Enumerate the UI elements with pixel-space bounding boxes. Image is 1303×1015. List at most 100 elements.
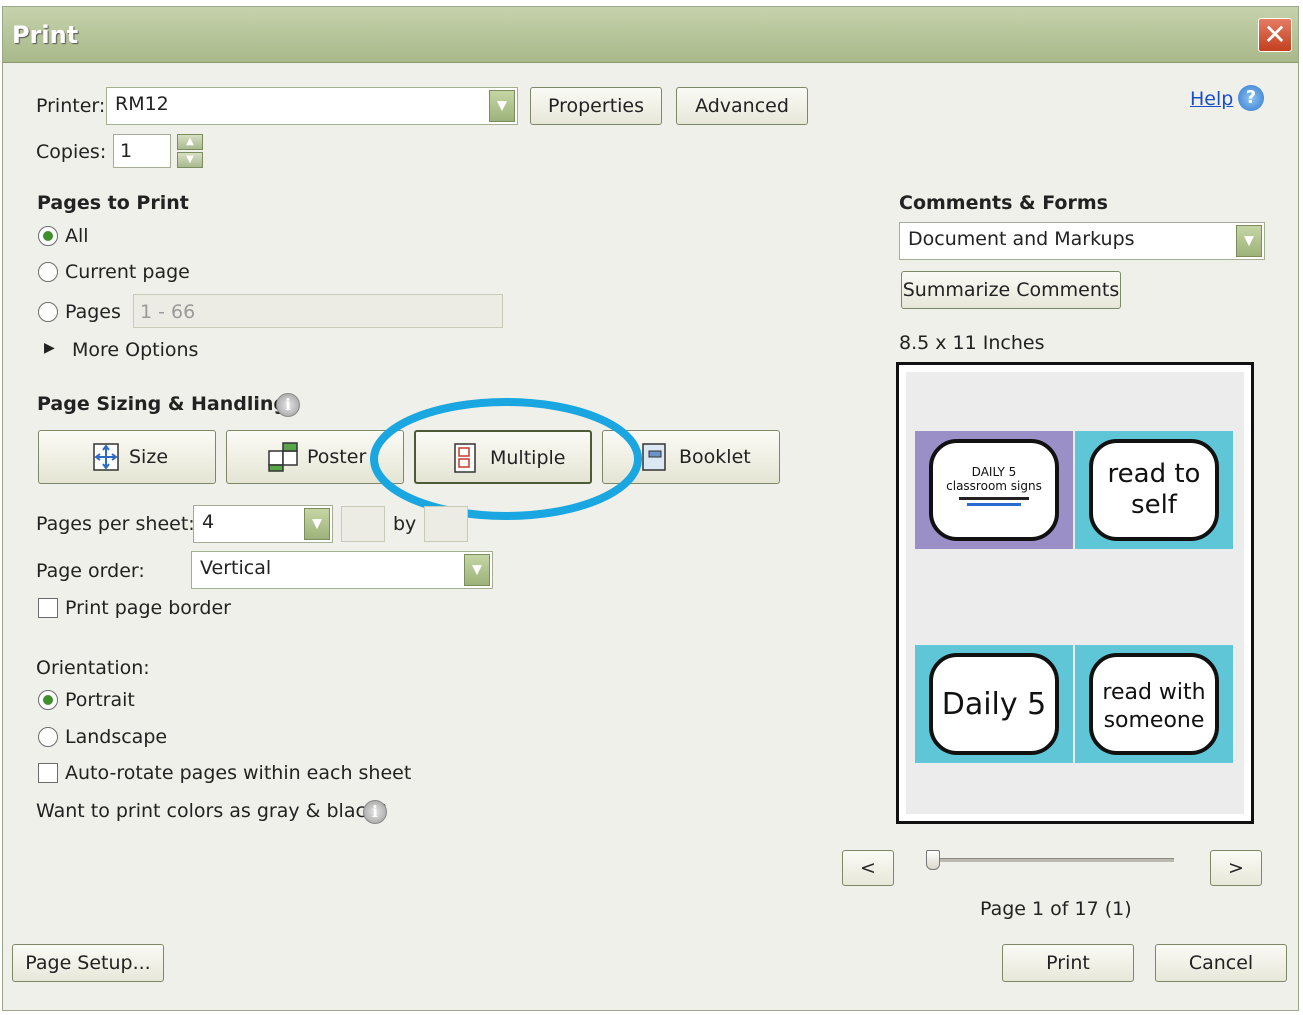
orientation-label: Orientation:: [36, 657, 150, 679]
gray-print-label: Want to print colors as gray & black?: [36, 800, 388, 822]
page-slider-thumb[interactable]: [926, 850, 940, 870]
properties-label: Properties: [547, 95, 645, 117]
properties-button[interactable]: Properties: [530, 87, 662, 125]
print-border-checkbox[interactable]: [38, 598, 58, 618]
printer-select[interactable]: RM12 ▼: [106, 87, 518, 125]
chevron-down-icon: ▼: [464, 554, 490, 586]
pages-range-input[interactable]: 1 - 66: [133, 294, 503, 328]
summarize-comments-button[interactable]: Summarize Comments: [901, 271, 1121, 309]
sign-card: read to self: [1089, 439, 1219, 541]
pages-per-sheet-label: Pages per sheet:: [36, 513, 195, 535]
paper-size-label: 8.5 x 11 Inches: [899, 332, 1045, 354]
columns-input[interactable]: [341, 506, 385, 542]
next-page-button[interactable]: >: [1210, 850, 1262, 886]
tile-rule: [959, 497, 1029, 500]
preview-tile: Daily 5: [915, 645, 1073, 763]
radio-portrait[interactable]: [38, 690, 58, 710]
print-preview: DAILY 5 classroom signs read to self Dai…: [896, 362, 1254, 824]
tile-rule: [967, 503, 1021, 506]
preview-page: DAILY 5 classroom signs read to self Dai…: [906, 372, 1244, 814]
size-button[interactable]: Size: [38, 430, 216, 484]
pages-per-sheet-value: 4: [202, 511, 215, 533]
advanced-button[interactable]: Advanced: [676, 87, 808, 125]
tile-text: Daily 5: [941, 687, 1047, 722]
title-bar: Print ✕: [3, 7, 1298, 63]
page-order-select[interactable]: Vertical ▼: [191, 551, 493, 589]
print-button[interactable]: Print: [1002, 944, 1134, 982]
printer-value: RM12: [115, 93, 169, 115]
stepper-down-icon[interactable]: ▼: [177, 152, 203, 168]
page-order-value: Vertical: [200, 557, 272, 579]
comments-forms-value: Document and Markups: [908, 228, 1135, 250]
highlight-circle: [370, 398, 642, 520]
close-button[interactable]: ✕: [1258, 18, 1292, 52]
page-slider-track[interactable]: [930, 858, 1174, 862]
sign-card: Daily 5: [929, 653, 1059, 755]
tile-text: classroom signs: [946, 479, 1042, 493]
rows-input[interactable]: [424, 506, 468, 542]
help-link[interactable]: Help: [1190, 88, 1233, 110]
tile-text: read with: [1102, 680, 1206, 705]
radio-portrait-label: Portrait: [65, 689, 135, 711]
summarize-comments-label: Summarize Comments: [902, 279, 1120, 301]
size-icon: [93, 443, 119, 471]
page-setup-button[interactable]: Page Setup...: [12, 944, 164, 982]
copies-input[interactable]: 1: [113, 134, 171, 168]
page-status: Page 1 of 17 (1): [980, 898, 1132, 920]
tile-text: someone: [1103, 708, 1205, 733]
stepper-up-icon[interactable]: ▲: [177, 134, 203, 150]
next-label: >: [1228, 857, 1244, 879]
pages-range-value: 1 - 66: [140, 301, 196, 323]
preview-tile: read with someone: [1075, 645, 1233, 763]
by-label: by: [393, 513, 417, 535]
tile-text: self: [1131, 490, 1177, 520]
cancel-label: Cancel: [1188, 952, 1254, 974]
more-options-toggle[interactable]: More Options: [72, 339, 198, 361]
poster-icon: [268, 442, 298, 472]
radio-pages-label: Pages: [65, 301, 121, 323]
info-icon[interactable]: i: [276, 393, 300, 417]
advanced-label: Advanced: [695, 95, 789, 117]
tile-text: read to: [1107, 459, 1201, 489]
print-label: Print: [1046, 952, 1090, 974]
radio-current-page[interactable]: [38, 262, 58, 282]
size-label: Size: [129, 446, 169, 468]
comments-forms-select[interactable]: Document and Markups ▼: [899, 222, 1265, 260]
preview-tile: read to self: [1075, 431, 1233, 549]
sign-card: read with someone: [1089, 653, 1219, 755]
radio-pages[interactable]: [38, 302, 58, 322]
chevron-down-icon: ▼: [1236, 225, 1262, 257]
radio-all-label: All: [65, 225, 89, 247]
page-setup-label: Page Setup...: [25, 952, 151, 974]
radio-all[interactable]: [38, 226, 58, 246]
copies-label: Copies:: [36, 141, 107, 163]
chevron-down-icon: ▼: [304, 508, 330, 540]
preview-tile: DAILY 5 classroom signs: [915, 431, 1073, 549]
auto-rotate-checkbox[interactable]: [38, 763, 58, 783]
poster-label: Poster: [307, 446, 367, 468]
sign-card: DAILY 5 classroom signs: [929, 439, 1059, 541]
page-sizing-heading: Page Sizing & Handling: [37, 393, 288, 415]
radio-current-page-label: Current page: [65, 261, 190, 283]
comments-forms-heading: Comments & Forms: [899, 192, 1108, 214]
auto-rotate-label: Auto-rotate pages within each sheet: [65, 762, 412, 784]
pages-to-print-heading: Pages to Print: [37, 192, 189, 214]
printer-label: Printer:: [36, 95, 106, 117]
page-order-label: Page order:: [36, 560, 145, 582]
cancel-button[interactable]: Cancel: [1155, 944, 1287, 982]
expand-triangle-icon[interactable]: ▶: [44, 340, 55, 356]
copies-stepper[interactable]: ▲ ▼: [177, 134, 203, 168]
tile-text: DAILY 5: [971, 465, 1017, 479]
print-border-label: Print page border: [65, 597, 231, 619]
radio-landscape[interactable]: [38, 727, 58, 747]
booklet-label: Booklet: [679, 446, 751, 468]
pages-per-sheet-select[interactable]: 4 ▼: [193, 505, 333, 543]
dialog-title: Print: [12, 21, 79, 49]
info-icon[interactable]: i: [363, 800, 387, 824]
copies-value: 1: [120, 140, 133, 162]
previous-label: <: [860, 857, 876, 879]
chevron-down-icon: ▼: [489, 90, 515, 122]
radio-landscape-label: Landscape: [65, 726, 168, 748]
previous-page-button[interactable]: <: [842, 850, 894, 886]
help-icon[interactable]: ?: [1238, 85, 1264, 111]
